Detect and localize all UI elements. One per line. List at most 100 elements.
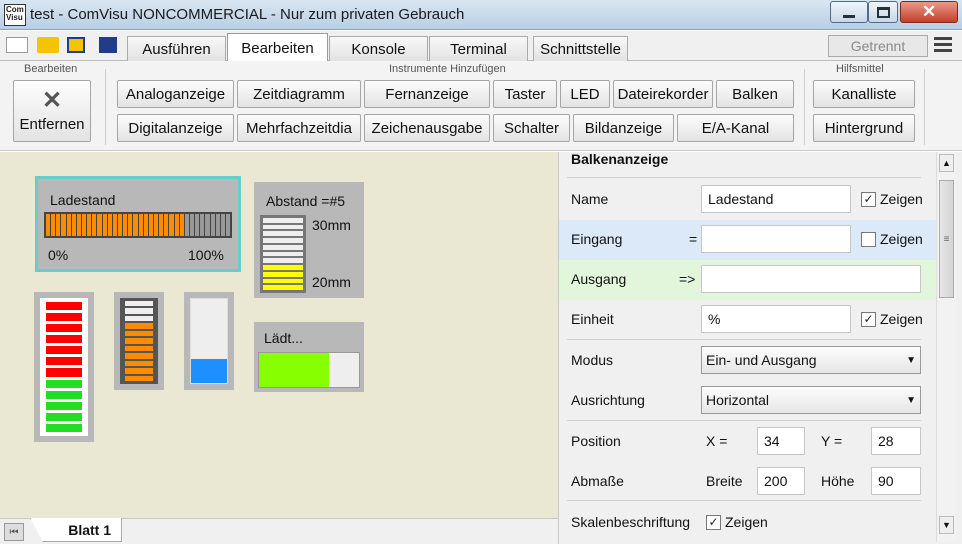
kanalliste-button[interactable]: Kanalliste [813,80,915,108]
led-button[interactable]: LED [560,80,610,108]
open-folder-icon[interactable] [37,37,59,53]
design-canvas[interactable]: Ladestand 0% 100% Abstand =#5 30mm 20mm … [0,152,558,518]
bar-segment [46,214,51,236]
zeitdiagramm-button[interactable]: Zeitdiagramm [237,80,361,108]
connection-status: Getrennt [828,35,928,57]
bar-segment [210,214,215,236]
props-scrollbar[interactable]: ▲ ≡ ▼ [936,152,956,542]
group-label-bearbeiten: Bearbeiten [24,63,78,75]
bar-segment [76,214,81,236]
schalter-button[interactable]: Schalter [493,114,570,142]
led-bar-widget[interactable] [34,292,94,442]
orange-bar-widget[interactable] [114,292,164,390]
window-title: test - ComVisu NONCOMMERCIAL - Nur zum p… [30,6,465,23]
eingang-input[interactable] [701,225,851,253]
dateirekorder-button[interactable]: Dateirekorder [613,80,713,108]
prop-row-ausgang: Ausgang => [559,260,937,300]
y-input[interactable]: 28 [871,427,921,455]
sheet-tab-blatt-1[interactable]: Blatt 1 [30,518,122,542]
tab-ausfuehren[interactable]: Ausführen [127,36,226,61]
divider [567,177,921,178]
new-file-icon[interactable] [6,37,28,53]
digitalanzeige-button[interactable]: Digitalanzeige [117,114,234,142]
prop-row-ausrichtung: Ausrichtung Horizontal ▼ [559,380,937,420]
scroll-up-icon[interactable]: ▲ [939,154,954,172]
bar-segment [61,214,66,236]
analoganzeige-button[interactable]: Analoganzeige [117,80,234,108]
bar-segment [148,214,153,236]
tab-konsole[interactable]: Konsole [329,36,428,61]
save-icon[interactable] [99,37,117,53]
hoehe-input[interactable]: 90 [871,467,921,495]
menu-icon[interactable] [934,37,952,53]
einheit-show-checkbox[interactable]: ✓ Zeigen [861,311,923,327]
tab-bearbeiten[interactable]: Bearbeiten [227,33,328,62]
x-input[interactable]: 34 [757,427,805,455]
x-label: X = [706,433,728,449]
properties-panel: Balkenanzeige Name Ladestand ✓ Zeigen Ein… [558,151,962,544]
prop-row-einheit: Einheit % ✓ Zeigen [559,300,937,340]
ea-kanal-button[interactable]: E/A-Kanal [677,114,794,142]
bar-segment [179,214,184,236]
laedt-bar [258,352,360,388]
tab-terminal[interactable]: Terminal [429,36,528,61]
zeichenausgabe-button[interactable]: Zeichenausgabe [364,114,490,142]
separator [804,69,805,145]
bildanzeige-button[interactable]: Bildanzeige [573,114,674,142]
minimize-icon [843,14,855,18]
abmasse-label: Abmaße [571,473,624,489]
separator [924,69,925,145]
hintergrund-button[interactable]: Hintergrund [813,114,915,142]
bar-segment [164,214,169,236]
bar-segment [174,214,179,236]
modus-select[interactable]: Ein- und Ausgang ▼ [701,346,921,374]
balken-button[interactable]: Balken [716,80,794,108]
blue-bar-widget[interactable] [184,292,234,390]
einheit-input[interactable]: % [701,305,851,333]
name-show-label: Zeigen [880,191,923,207]
ausrichtung-select[interactable]: Horizontal ▼ [701,386,921,414]
breite-input[interactable]: 200 [757,467,805,495]
bar-segment [81,214,87,236]
tab-schnittstelle[interactable]: Schnittstelle [533,36,628,61]
bar-segment [112,214,117,236]
prop-row-eingang: Eingang = Zeigen [559,220,937,260]
name-input[interactable]: Ladestand [701,185,851,213]
mehrfachzeitdia-button[interactable]: Mehrfachzeitdia [237,114,361,142]
position-label: Position [571,433,621,449]
save-as-icon[interactable] [67,37,85,53]
bar-segment [66,214,71,236]
ladestand-title: Ladestand [50,192,116,208]
fernanzeige-button[interactable]: Fernanzeige [364,80,490,108]
einheit-show-label: Zeigen [880,311,923,327]
title-bar[interactable]: Com Visu test - ComVisu NONCOMMERCIAL - … [0,0,962,30]
ladestand-bar [44,212,232,238]
maximize-button[interactable] [868,1,898,23]
laedt-widget[interactable]: Lädt... [254,322,364,392]
prop-row-skalen: Skalenbeschriftung ✓ Zeigen [559,502,937,542]
abstand-top-label: 30mm [312,217,351,233]
scroll-thumb[interactable]: ≡ [939,180,954,298]
eingang-show-checkbox[interactable]: Zeigen [861,231,923,247]
led-bar [40,298,88,436]
checked-icon: ✓ [861,311,876,327]
bar-segment [184,214,189,236]
minimize-button[interactable] [830,1,868,23]
first-sheet-icon[interactable]: ⏮ [4,523,24,541]
close-button[interactable]: ✕ [900,1,958,23]
bar-segment [87,214,92,236]
name-show-checkbox[interactable]: ✓ Zeigen [861,191,923,207]
ladestand-widget[interactable]: Ladestand 0% 100% [35,176,241,272]
remove-button[interactable]: ✕ Entfernen [13,80,91,142]
bar-segment [128,214,133,236]
orange-bar [120,298,158,384]
close-icon: ✕ [921,2,937,21]
taster-button[interactable]: Taster [493,80,557,108]
skalen-show-checkbox[interactable]: ✓ Zeigen [706,514,768,530]
abstand-widget[interactable]: Abstand =#5 30mm 20mm [254,182,364,298]
scroll-down-icon[interactable]: ▼ [939,516,954,534]
tab-row: Ausführen Bearbeiten Konsole Terminal Sc… [0,31,962,62]
laedt-bar-fill [259,353,329,387]
ausgang-input[interactable] [701,265,921,293]
abstand-bar [260,215,306,293]
